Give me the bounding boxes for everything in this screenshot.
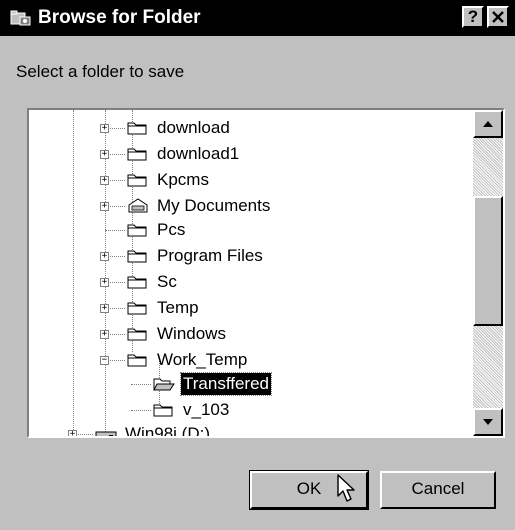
expand-icon[interactable]: + bbox=[100, 176, 109, 185]
expand-icon[interactable]: + bbox=[100, 304, 109, 313]
scroll-down-button[interactable] bbox=[473, 408, 503, 436]
close-button[interactable] bbox=[487, 6, 509, 28]
expand-icon[interactable]: + bbox=[100, 278, 109, 287]
expand-icon[interactable]: + bbox=[100, 150, 109, 159]
tree-item[interactable]: + download1 bbox=[29, 142, 469, 166]
tree-item-label: Kpcms bbox=[157, 170, 209, 189]
browse-for-folder-dialog: Browse for Folder ? Select a folder to s… bbox=[0, 0, 515, 530]
tree-connector-line bbox=[105, 230, 125, 231]
tree-item-label: Windows bbox=[157, 324, 226, 343]
tree-item-label: download bbox=[157, 118, 230, 137]
tree-item-label: v_103 bbox=[183, 400, 230, 419]
tree-item-label: Transffered bbox=[180, 372, 272, 396]
tree-item-label: Sc bbox=[157, 272, 177, 291]
folder-tree-view[interactable]: + download + download1 + Kpcms + My Documents Pc… bbox=[27, 108, 505, 438]
down-arrow-icon bbox=[483, 419, 493, 425]
expand-icon[interactable]: + bbox=[68, 430, 77, 436]
tree-item[interactable]: + Program Files bbox=[29, 244, 469, 268]
tree-item-label: Temp bbox=[157, 298, 199, 317]
tree-item[interactable]: + Win98i (D:) bbox=[29, 422, 469, 438]
tree-item-label: Program Files bbox=[157, 246, 263, 265]
tree-item[interactable]: + download bbox=[29, 116, 469, 140]
window-title: Browse for Folder bbox=[38, 7, 201, 28]
help-button[interactable]: ? bbox=[462, 6, 484, 28]
tree-item-label: My Documents bbox=[157, 196, 271, 215]
folder-icon bbox=[127, 300, 149, 316]
folder-icon bbox=[127, 172, 149, 188]
tree-item-label: Win98i (D:) bbox=[125, 424, 211, 438]
tree-connector-line bbox=[131, 384, 151, 385]
expand-icon[interactable]: + bbox=[100, 252, 109, 261]
tree-item[interactable]: − Work_Temp bbox=[29, 348, 469, 372]
folder-icon bbox=[153, 402, 175, 418]
tree-item[interactable]: + My Documents bbox=[29, 194, 469, 218]
title-bar[interactable]: Browse for Folder ? bbox=[0, 0, 515, 36]
mouse-pointer-icon bbox=[337, 474, 355, 502]
folder-icon bbox=[127, 146, 149, 162]
tree-item[interactable]: Pcs bbox=[29, 218, 469, 242]
folder-icon bbox=[127, 120, 149, 136]
tree-item[interactable]: v_103 bbox=[29, 398, 469, 422]
folder-icon bbox=[127, 274, 149, 290]
tree-item-label: download1 bbox=[157, 144, 240, 163]
tree-item[interactable]: + Sc bbox=[29, 270, 469, 294]
scroll-thumb[interactable] bbox=[473, 196, 503, 326]
folder-icon bbox=[127, 248, 149, 264]
up-arrow-icon bbox=[483, 121, 493, 127]
drive-icon bbox=[95, 426, 117, 436]
scroll-up-button[interactable] bbox=[473, 110, 503, 138]
folder-icon bbox=[127, 326, 149, 342]
browse-folder-app-icon bbox=[10, 10, 31, 26]
cancel-button[interactable]: Cancel bbox=[380, 471, 496, 509]
close-icon bbox=[492, 11, 504, 23]
vertical-scrollbar[interactable] bbox=[473, 110, 503, 436]
expand-icon[interactable]: + bbox=[100, 330, 109, 339]
collapse-icon[interactable]: − bbox=[100, 356, 109, 365]
expand-icon[interactable]: + bbox=[100, 202, 109, 211]
tree-item-label: Pcs bbox=[157, 220, 186, 239]
tree-item-label: Work_Temp bbox=[157, 350, 248, 369]
my-documents-icon bbox=[127, 198, 149, 214]
folder-icon bbox=[127, 352, 149, 368]
instruction-text: Select a folder to save bbox=[16, 62, 185, 81]
tree-item[interactable]: Transffered bbox=[29, 372, 469, 396]
folder-icon bbox=[127, 222, 149, 238]
tree-item[interactable]: + Temp bbox=[29, 296, 469, 320]
expand-icon[interactable]: + bbox=[100, 124, 109, 133]
tree-item[interactable]: + Windows bbox=[29, 322, 469, 346]
open-folder-icon bbox=[153, 376, 175, 392]
tree-item[interactable]: + Kpcms bbox=[29, 168, 469, 192]
tree-connector-line bbox=[131, 410, 151, 411]
folder-tree-content: + download + download1 + Kpcms + My Documents Pc… bbox=[29, 110, 471, 438]
